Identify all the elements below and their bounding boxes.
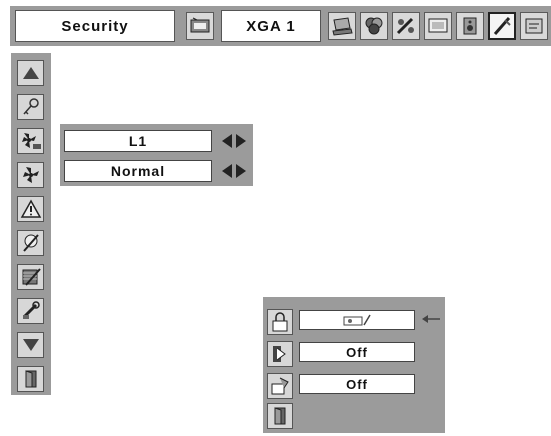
logo-pin-lock-value: Off xyxy=(346,376,368,392)
projector-lock-field[interactable] xyxy=(299,310,415,330)
fan-control-field[interactable]: L1 xyxy=(64,130,212,152)
input-source-display: XGA 1 xyxy=(221,10,321,42)
fan-speed-field[interactable]: Normal xyxy=(64,160,212,182)
warning-icon[interactable] xyxy=(17,196,44,222)
pin-code-lock-value: Off xyxy=(346,344,368,360)
tools-icon[interactable] xyxy=(17,298,44,324)
image-adjust-icon[interactable] xyxy=(392,12,420,40)
exit-icon[interactable] xyxy=(17,366,44,392)
left-right-arrows-icon[interactable] xyxy=(220,133,248,149)
setting-icon[interactable] xyxy=(488,12,516,40)
logo-pin-lock-field[interactable]: Off xyxy=(299,374,415,394)
menu-title-label: Security xyxy=(61,17,129,35)
scroll-down-icon[interactable] xyxy=(17,332,44,358)
logo-lock-icon[interactable] xyxy=(267,373,293,399)
fan-control-submenu: L1 Normal xyxy=(60,124,253,186)
exit-icon[interactable] xyxy=(267,403,293,429)
fan-control-value: L1 xyxy=(128,133,148,149)
fan-icon[interactable] xyxy=(17,162,44,188)
projector-image-icon[interactable] xyxy=(186,12,214,40)
pin-lock-icon[interactable] xyxy=(267,341,293,367)
menu-title: Security xyxy=(15,10,175,42)
color-adjust-icon[interactable] xyxy=(360,12,388,40)
input-source-label: XGA 1 xyxy=(246,17,296,35)
menu-bar: Security XGA 1 xyxy=(10,6,551,46)
projector-lock-icon xyxy=(343,314,371,326)
enter-arrow-icon xyxy=(422,315,440,323)
security-submenu: Off Off xyxy=(263,297,445,433)
screen-icon[interactable] xyxy=(424,12,452,40)
info-icon[interactable] xyxy=(520,12,548,40)
computer-input-icon[interactable] xyxy=(328,12,356,40)
pin-code-lock-field[interactable]: Off xyxy=(299,342,415,362)
fan-speed-value: Normal xyxy=(110,163,166,179)
setting-sidebar xyxy=(11,53,51,395)
fan-off-icon[interactable] xyxy=(17,128,44,154)
left-right-arrows-icon[interactable] xyxy=(220,163,248,179)
scroll-up-icon[interactable] xyxy=(17,60,44,86)
key-icon[interactable] xyxy=(17,94,44,120)
filter-icon[interactable] xyxy=(17,264,44,290)
sound-icon[interactable] xyxy=(456,12,484,40)
lamp-icon[interactable] xyxy=(17,230,44,256)
lock-icon[interactable] xyxy=(267,309,293,335)
